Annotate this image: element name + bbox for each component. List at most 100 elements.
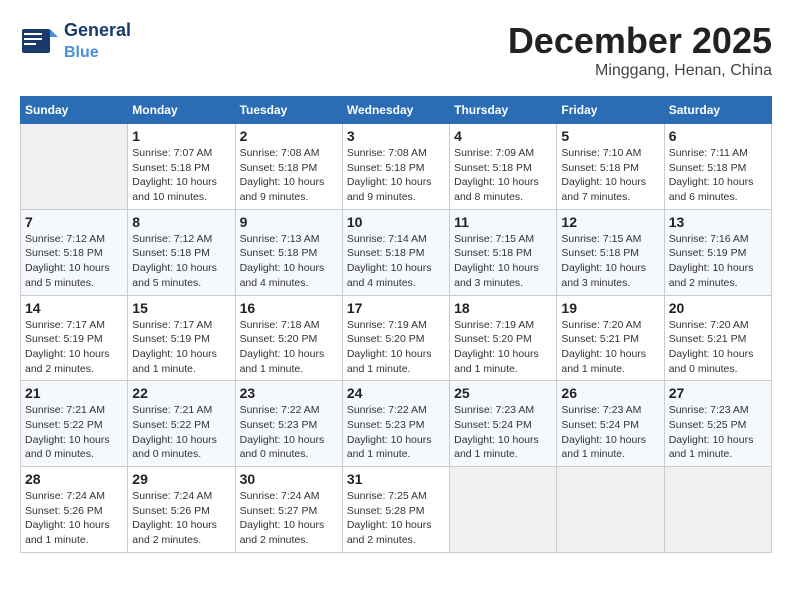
daylight-label: Daylight: 10 hours and 1 minute.: [25, 519, 110, 546]
day-number: 23: [240, 385, 338, 401]
calendar-week-4: 21 Sunrise: 7:21 AM Sunset: 5:22 PM Dayl…: [21, 381, 772, 467]
calendar-cell: 16 Sunrise: 7:18 AM Sunset: 5:20 PM Dayl…: [235, 295, 342, 381]
day-info: Sunrise: 7:19 AM Sunset: 5:20 PM Dayligh…: [454, 318, 552, 377]
logo-general: General: [64, 20, 131, 40]
sunset-label: Sunset: 5:18 PM: [669, 162, 747, 174]
calendar-cell: 18 Sunrise: 7:19 AM Sunset: 5:20 PM Dayl…: [450, 295, 557, 381]
calendar-cell: [450, 467, 557, 553]
daylight-label: Daylight: 10 hours and 1 minute.: [240, 348, 325, 375]
sunset-label: Sunset: 5:20 PM: [240, 333, 318, 345]
calendar-table: SundayMondayTuesdayWednesdayThursdayFrid…: [20, 96, 772, 553]
day-info: Sunrise: 7:24 AM Sunset: 5:26 PM Dayligh…: [25, 489, 123, 548]
day-info: Sunrise: 7:16 AM Sunset: 5:19 PM Dayligh…: [669, 232, 767, 291]
sunrise-label: Sunrise: 7:24 AM: [132, 490, 212, 502]
calendar-cell: 4 Sunrise: 7:09 AM Sunset: 5:18 PM Dayli…: [450, 124, 557, 210]
calendar-cell: 13 Sunrise: 7:16 AM Sunset: 5:19 PM Dayl…: [664, 209, 771, 295]
calendar-cell: 19 Sunrise: 7:20 AM Sunset: 5:21 PM Dayl…: [557, 295, 664, 381]
daylight-label: Daylight: 10 hours and 4 minutes.: [240, 262, 325, 289]
day-number: 10: [347, 214, 445, 230]
day-number: 25: [454, 385, 552, 401]
calendar-week-5: 28 Sunrise: 7:24 AM Sunset: 5:26 PM Dayl…: [21, 467, 772, 553]
sunrise-label: Sunrise: 7:09 AM: [454, 147, 534, 159]
daylight-label: Daylight: 10 hours and 5 minutes.: [25, 262, 110, 289]
sunset-label: Sunset: 5:24 PM: [561, 419, 639, 431]
calendar-cell: 21 Sunrise: 7:21 AM Sunset: 5:22 PM Dayl…: [21, 381, 128, 467]
sunset-label: Sunset: 5:20 PM: [347, 333, 425, 345]
daylight-label: Daylight: 10 hours and 3 minutes.: [454, 262, 539, 289]
calendar-week-3: 14 Sunrise: 7:17 AM Sunset: 5:19 PM Dayl…: [21, 295, 772, 381]
sunset-label: Sunset: 5:28 PM: [347, 505, 425, 517]
calendar-cell: 14 Sunrise: 7:17 AM Sunset: 5:19 PM Dayl…: [21, 295, 128, 381]
day-number: 5: [561, 128, 659, 144]
sunset-label: Sunset: 5:18 PM: [561, 247, 639, 259]
logo: General Blue: [20, 20, 131, 62]
day-number: 3: [347, 128, 445, 144]
calendar-cell: 3 Sunrise: 7:08 AM Sunset: 5:18 PM Dayli…: [342, 124, 449, 210]
location: Minggang, Henan, China: [508, 62, 772, 80]
calendar-header-row: SundayMondayTuesdayWednesdayThursdayFrid…: [21, 97, 772, 124]
calendar-week-1: 1 Sunrise: 7:07 AM Sunset: 5:18 PM Dayli…: [21, 124, 772, 210]
calendar-cell: 30 Sunrise: 7:24 AM Sunset: 5:27 PM Dayl…: [235, 467, 342, 553]
daylight-label: Daylight: 10 hours and 3 minutes.: [561, 262, 646, 289]
day-info: Sunrise: 7:13 AM Sunset: 5:18 PM Dayligh…: [240, 232, 338, 291]
month-title: December 2025: [508, 20, 772, 62]
calendar-cell: 23 Sunrise: 7:22 AM Sunset: 5:23 PM Dayl…: [235, 381, 342, 467]
day-info: Sunrise: 7:18 AM Sunset: 5:20 PM Dayligh…: [240, 318, 338, 377]
calendar-cell: 25 Sunrise: 7:23 AM Sunset: 5:24 PM Dayl…: [450, 381, 557, 467]
sunset-label: Sunset: 5:24 PM: [454, 419, 532, 431]
calendar-cell: 10 Sunrise: 7:14 AM Sunset: 5:18 PM Dayl…: [342, 209, 449, 295]
sunset-label: Sunset: 5:27 PM: [240, 505, 318, 517]
daylight-label: Daylight: 10 hours and 2 minutes.: [669, 262, 754, 289]
header-wednesday: Wednesday: [342, 97, 449, 124]
daylight-label: Daylight: 10 hours and 1 minute.: [347, 434, 432, 461]
sunrise-label: Sunrise: 7:11 AM: [669, 147, 748, 159]
day-info: Sunrise: 7:23 AM Sunset: 5:25 PM Dayligh…: [669, 403, 767, 462]
daylight-label: Daylight: 10 hours and 0 minutes.: [669, 348, 754, 375]
sunrise-label: Sunrise: 7:20 AM: [669, 319, 749, 331]
day-info: Sunrise: 7:09 AM Sunset: 5:18 PM Dayligh…: [454, 146, 552, 205]
day-number: 31: [347, 471, 445, 487]
day-number: 27: [669, 385, 767, 401]
sunrise-label: Sunrise: 7:15 AM: [454, 233, 534, 245]
calendar-cell: 24 Sunrise: 7:22 AM Sunset: 5:23 PM Dayl…: [342, 381, 449, 467]
day-info: Sunrise: 7:21 AM Sunset: 5:22 PM Dayligh…: [132, 403, 230, 462]
sunset-label: Sunset: 5:18 PM: [454, 162, 532, 174]
day-info: Sunrise: 7:17 AM Sunset: 5:19 PM Dayligh…: [132, 318, 230, 377]
calendar-cell: 7 Sunrise: 7:12 AM Sunset: 5:18 PM Dayli…: [21, 209, 128, 295]
sunset-label: Sunset: 5:18 PM: [240, 162, 318, 174]
calendar-cell: 22 Sunrise: 7:21 AM Sunset: 5:22 PM Dayl…: [128, 381, 235, 467]
calendar-cell: [21, 124, 128, 210]
sunrise-label: Sunrise: 7:22 AM: [240, 404, 320, 416]
day-info: Sunrise: 7:21 AM Sunset: 5:22 PM Dayligh…: [25, 403, 123, 462]
day-info: Sunrise: 7:22 AM Sunset: 5:23 PM Dayligh…: [347, 403, 445, 462]
calendar-cell: [664, 467, 771, 553]
daylight-label: Daylight: 10 hours and 0 minutes.: [25, 434, 110, 461]
title-block: December 2025 Minggang, Henan, China: [508, 20, 772, 80]
day-number: 18: [454, 300, 552, 316]
sunrise-label: Sunrise: 7:19 AM: [347, 319, 427, 331]
sunrise-label: Sunrise: 7:24 AM: [25, 490, 105, 502]
sunrise-label: Sunrise: 7:14 AM: [347, 233, 427, 245]
calendar-cell: 17 Sunrise: 7:19 AM Sunset: 5:20 PM Dayl…: [342, 295, 449, 381]
sunrise-label: Sunrise: 7:24 AM: [240, 490, 320, 502]
day-number: 7: [25, 214, 123, 230]
sunset-label: Sunset: 5:19 PM: [132, 333, 210, 345]
day-number: 16: [240, 300, 338, 316]
sunset-label: Sunset: 5:25 PM: [669, 419, 747, 431]
sunset-label: Sunset: 5:18 PM: [132, 162, 210, 174]
day-number: 9: [240, 214, 338, 230]
day-number: 24: [347, 385, 445, 401]
sunrise-label: Sunrise: 7:08 AM: [347, 147, 427, 159]
daylight-label: Daylight: 10 hours and 9 minutes.: [347, 176, 432, 203]
daylight-label: Daylight: 10 hours and 9 minutes.: [240, 176, 325, 203]
calendar-cell: 15 Sunrise: 7:17 AM Sunset: 5:19 PM Dayl…: [128, 295, 235, 381]
calendar-cell: 1 Sunrise: 7:07 AM Sunset: 5:18 PM Dayli…: [128, 124, 235, 210]
sunset-label: Sunset: 5:21 PM: [561, 333, 639, 345]
day-info: Sunrise: 7:08 AM Sunset: 5:18 PM Dayligh…: [240, 146, 338, 205]
header-saturday: Saturday: [664, 97, 771, 124]
logo-text: General Blue: [64, 20, 131, 62]
day-number: 29: [132, 471, 230, 487]
sunrise-label: Sunrise: 7:15 AM: [561, 233, 641, 245]
page-header: General Blue December 2025 Minggang, Hen…: [20, 20, 772, 80]
daylight-label: Daylight: 10 hours and 2 minutes.: [347, 519, 432, 546]
